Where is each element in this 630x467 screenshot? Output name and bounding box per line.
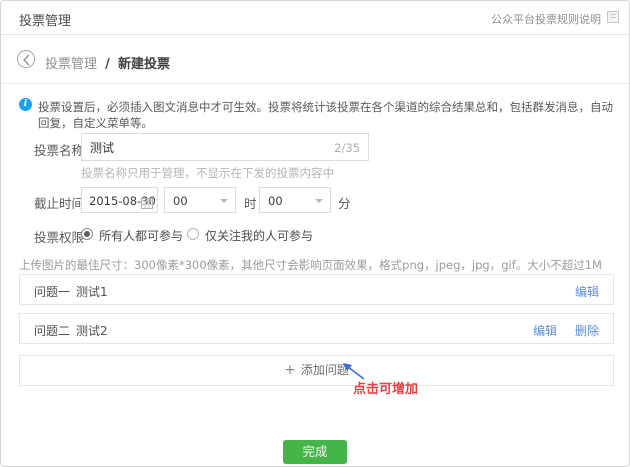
vote-name-input[interactable] [82, 134, 320, 160]
calendar-icon [141, 194, 153, 213]
plus-icon: + [284, 362, 296, 378]
chevron-down-icon [315, 199, 323, 203]
minute-unit-label: 分 [338, 193, 351, 212]
radio-followers-only[interactable] [187, 228, 199, 240]
radio-everyone[interactable] [81, 228, 93, 240]
header-divider [1, 83, 629, 84]
info-icon: i [19, 98, 32, 111]
minute-select[interactable]: 00 [259, 187, 331, 213]
question-actions: 编辑 [561, 283, 599, 300]
page-title: 投票管理 [19, 10, 71, 29]
vote-name-hint: 投票名称只用于管理，不显示在下发的投票内容中 [81, 165, 334, 181]
vote-manage-page: 投票管理 公众平台投票规则说明 投票管理 / 新建投票 i 投票设置后，必须插入… [0, 0, 630, 467]
vote-name-label: 投票名称 [34, 140, 84, 159]
char-counter: 2/35 [334, 141, 360, 155]
permission-label: 投票权限 [34, 227, 84, 246]
back-button[interactable] [17, 50, 35, 68]
submit-button[interactable]: 完成 [283, 440, 347, 464]
breadcrumb-current: 新建投票 [118, 57, 170, 72]
date-picker[interactable]: 2015-08-30 [81, 187, 158, 213]
notice-text: 投票设置后，必须插入图文消息中才可生效。投票将统计该投票在各个渠道的综合结果总和… [38, 99, 620, 131]
question-row-2: 问题二 测试2 编辑 删除 [19, 313, 614, 344]
question-index: 问题二 [34, 322, 70, 339]
hour-select[interactable]: 00 [164, 187, 236, 213]
vote-name-field: 2/35 [81, 133, 369, 161]
question-row-1: 问题一 测试1 编辑 [19, 274, 614, 305]
breadcrumb-parent[interactable]: 投票管理 [45, 57, 97, 72]
top-bar: 投票管理 公众平台投票规则说明 [1, 1, 629, 35]
annotation-text: 点击可增加 [353, 378, 418, 397]
hour-value: 00 [173, 194, 188, 208]
radio-everyone-label[interactable]: 所有人都可参与 [99, 227, 183, 244]
add-question-button[interactable]: +添加问题 [19, 355, 614, 386]
hour-unit-label: 时 [244, 193, 257, 212]
upload-size-tip: 上传图片的最佳尺寸：300像素*300像素，其他尺寸会影响页面效果，格式png，… [19, 257, 602, 273]
edit-question-link[interactable]: 编辑 [575, 285, 599, 299]
platform-rules-link[interactable]: 公众平台投票规则说明 [491, 11, 601, 27]
chevron-left-icon [18, 54, 34, 66]
question-index: 问题一 [34, 283, 70, 300]
breadcrumb: 投票管理 / 新建投票 [45, 53, 170, 72]
question-title: 测试2 [76, 322, 108, 339]
question-title: 测试1 [76, 283, 108, 300]
chevron-down-icon [220, 199, 228, 203]
radio-followers-only-label[interactable]: 仅关注我的人可参与 [205, 227, 313, 244]
delete-question-link[interactable]: 删除 [575, 324, 599, 338]
question-actions: 编辑 删除 [519, 322, 599, 339]
minute-value: 00 [268, 194, 283, 208]
deadline-label: 截止时间 [34, 193, 84, 212]
breadcrumb-separator: / [105, 57, 110, 72]
document-icon[interactable] [607, 11, 619, 23]
edit-question-link[interactable]: 编辑 [533, 324, 557, 338]
